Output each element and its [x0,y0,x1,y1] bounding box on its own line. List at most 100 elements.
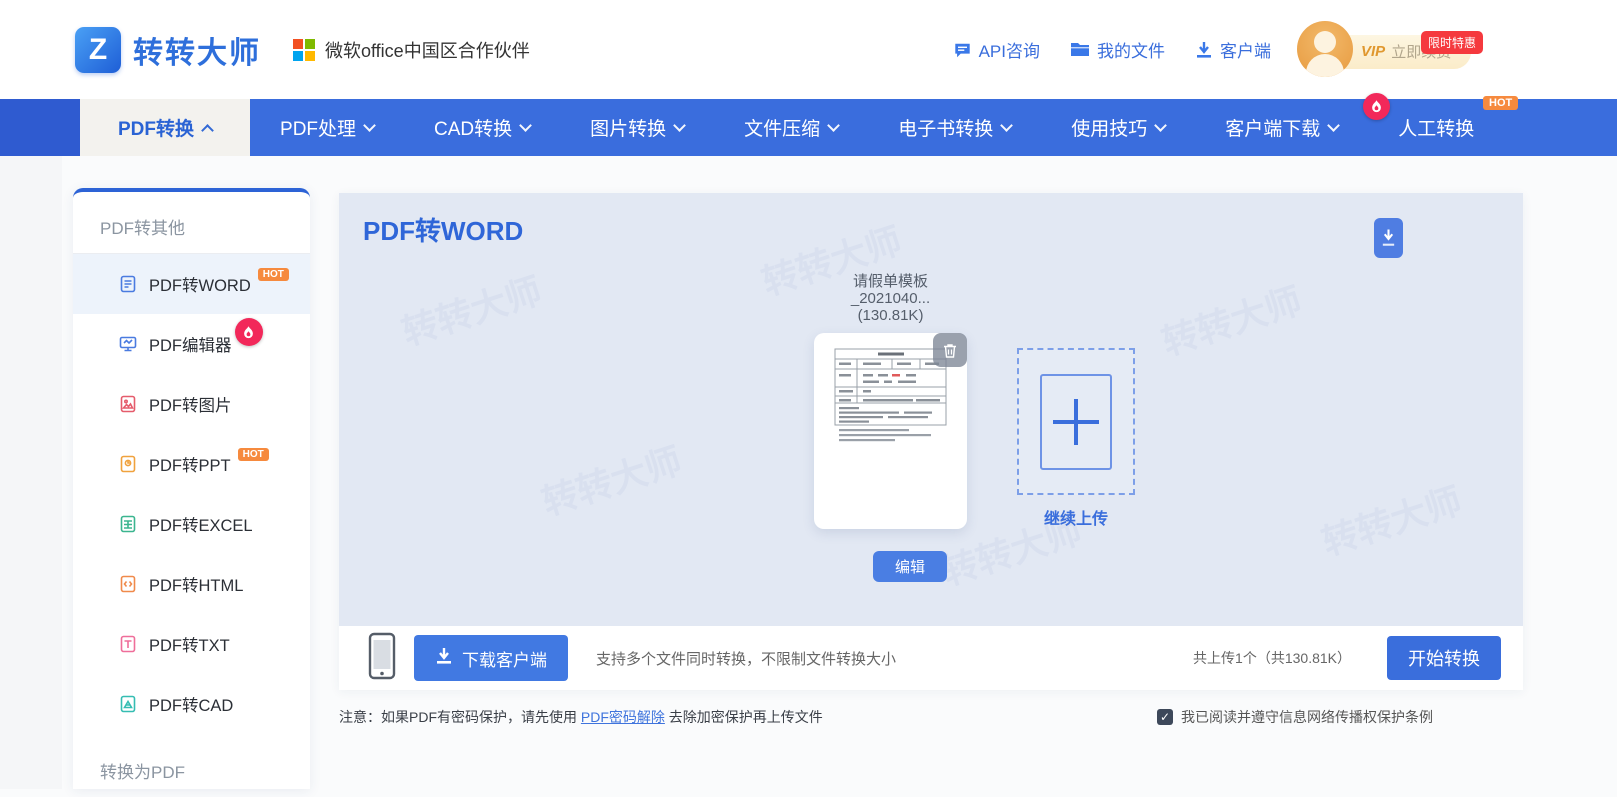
sidebar-item-label: PDF转PPT [149,452,231,476]
doc-cad-icon [118,694,138,714]
sidebar-item-label: PDF转TXT [149,632,230,656]
sidebar-item-pdf-to-excel[interactable]: PDF转EXCEL [73,494,310,554]
watermark: 转转大师 [534,432,687,526]
vip-renew-button[interactable]: VIP 立即续费 限时特惠 [1345,35,1471,69]
file-size: (130.81K) [814,307,967,324]
chevron-down-icon [827,119,840,132]
nav-label: PDF转换 [118,114,194,141]
sidebar-item-pdf-to-cad[interactable]: PDF转CAD [73,674,310,734]
chevron-down-icon [519,119,532,132]
download-client-button[interactable]: 下载客户端 [414,635,568,681]
upload-more-dropzone[interactable] [1017,348,1135,495]
upload-inner-frame [1040,374,1112,470]
sidebar-item-pdf-to-html[interactable]: PDF转HTML [73,554,310,614]
plus-icon [1053,399,1099,445]
sidebar-item-pdf-to-image[interactable]: PDF转图片 [73,374,310,434]
nav-pdf-convert[interactable]: PDF转换 [80,99,250,156]
header: Z 转转大师 微软office中国区合作伙伴 API咨询 我的文件 客户端 [0,0,1617,99]
sidebar-section-pdf-to-other: PDF转其他 [73,192,310,254]
site-logo[interactable]: Z 转转大师 [75,27,261,73]
fire-icon [235,318,263,346]
sidebar-item-label: PDF编辑器 [149,332,232,356]
user-area: VIP 立即续费 限时特惠 [1297,19,1472,81]
nav-label: 人工转换 [1398,114,1474,141]
nav-label: 文件压缩 [744,114,820,141]
watermark: 转转大师 [1314,472,1467,566]
doc-image-icon [118,394,138,414]
download-result-button[interactable] [1374,218,1403,258]
page-title: PDF转WORD [363,211,523,248]
sidebar-item-label: PDF转CAD [149,692,233,716]
agreement-checkbox[interactable]: ✓ [1157,709,1173,725]
hot-badge: HOT [258,268,289,281]
pdf-password-remove-link[interactable]: PDF密码解除 [581,709,665,725]
note-prefix: 注意：如果PDF有密码保护，请先使用 [339,709,581,725]
nav-pdf-process[interactable]: PDF处理 [250,99,404,156]
sidebar-item-pdf-to-txt[interactable]: PDF转TXT [73,614,310,674]
left-gutter [0,156,62,789]
nav-tips[interactable]: 使用技巧 [1041,99,1195,156]
sidebar-item-pdf-to-ppt[interactable]: PDF转PPT HOT [73,434,310,494]
main-nav: PDF转换 PDF处理 CAD转换 图片转换 文件压缩 电子书转换 使用技巧 客… [0,99,1617,156]
nav-label: CAD转换 [434,114,512,141]
file-preview-card[interactable] [814,333,967,529]
file-name: 请假单模板_2021040... [814,273,967,307]
user-avatar[interactable] [1297,21,1353,77]
conversion-tip: 支持多个文件同时转换，不限制文件转换大小 [596,648,896,669]
client-link[interactable]: 客户端 [1195,37,1271,62]
main-panel: 转转大师 转转大师 转转大师 转转大师 转转大师 转转大师 PDF转WORD 请… [339,193,1523,690]
edit-file-button[interactable]: 编辑 [873,551,947,582]
upload-workspace: 转转大师 转转大师 转转大师 转转大师 转转大师 转转大师 PDF转WORD 请… [339,193,1523,626]
api-consult-link[interactable]: API咨询 [953,37,1040,62]
sidebar-item-pdf-editor[interactable]: PDF编辑器 [73,314,310,374]
hot-badge: HOT [238,448,269,461]
doc-word-icon [118,274,138,294]
header-links: API咨询 我的文件 客户端 [953,37,1271,62]
partner-banner: 微软office中国区合作伙伴 [293,37,530,63]
upload-more-label[interactable]: 继续上传 [1017,505,1135,529]
nav-cad-convert[interactable]: CAD转换 [404,99,560,156]
agreement-row: ✓ 我已阅读并遵守信息网络传播权保护条例 [1157,707,1433,727]
api-consult-label: API咨询 [979,37,1040,62]
my-files-link[interactable]: 我的文件 [1070,37,1165,62]
delete-file-button[interactable] [933,333,967,367]
folder-icon [1070,41,1090,58]
chevron-down-icon [1154,119,1167,132]
vip-icon: VIP [1361,43,1385,60]
agreement-label: 我已阅读并遵守信息网络传播权保护条例 [1181,707,1433,727]
nav-label: 图片转换 [590,114,666,141]
my-files-label: 我的文件 [1097,37,1165,62]
phone-icon [368,632,396,685]
microsoft-logo-icon [293,39,315,61]
sidebar-item-pdf-to-word[interactable]: PDF转WORD HOT [73,254,310,314]
chevron-down-icon [673,119,686,132]
chevron-up-icon [201,124,214,137]
nav-manual-convert[interactable]: 人工转换 HOT [1368,99,1504,156]
note-row: 注意：如果PDF有密码保护，请先使用 PDF密码解除 去除加密保护再上传文件 ✓… [339,707,1523,727]
nav-label: 电子书转换 [898,114,993,141]
nav-label: 客户端下载 [1225,114,1320,141]
download-icon [1195,41,1213,59]
sidebar-item-label: PDF转WORD [149,272,251,296]
sidebar: PDF转其他 PDF转WORD HOT PDF编辑器 PDF转图片 PDF转PP… [73,188,310,789]
chat-icon [953,41,972,59]
note-suffix: 去除加密保护再上传文件 [665,709,823,725]
nav-ebook-convert[interactable]: 电子书转换 [868,99,1041,156]
nav-image-convert[interactable]: 图片转换 [560,99,714,156]
password-note: 注意：如果PDF有密码保护，请先使用 PDF密码解除 去除加密保护再上传文件 [339,707,823,727]
chevron-down-icon [1327,119,1340,132]
monitor-edit-icon [118,334,138,354]
download-icon [435,647,453,670]
chevron-down-icon [1000,119,1013,132]
start-convert-button[interactable]: 开始转换 [1387,636,1501,680]
doc-txt-icon [118,634,138,654]
sidebar-item-label: PDF转EXCEL [149,512,253,536]
sidebar-section-to-pdf: 转换为PDF [73,734,310,797]
nav-client-download[interactable]: 客户端下载 [1195,99,1368,156]
hot-badge: HOT [1483,96,1518,110]
action-bar: 下载客户端 支持多个文件同时转换，不限制文件转换大小 共上传1个（共130.81… [339,626,1523,690]
nav-lead-block [0,99,80,156]
nav-file-compress[interactable]: 文件压缩 [714,99,868,156]
nav-label: PDF处理 [280,114,356,141]
promo-badge: 限时特惠 [1421,31,1483,54]
